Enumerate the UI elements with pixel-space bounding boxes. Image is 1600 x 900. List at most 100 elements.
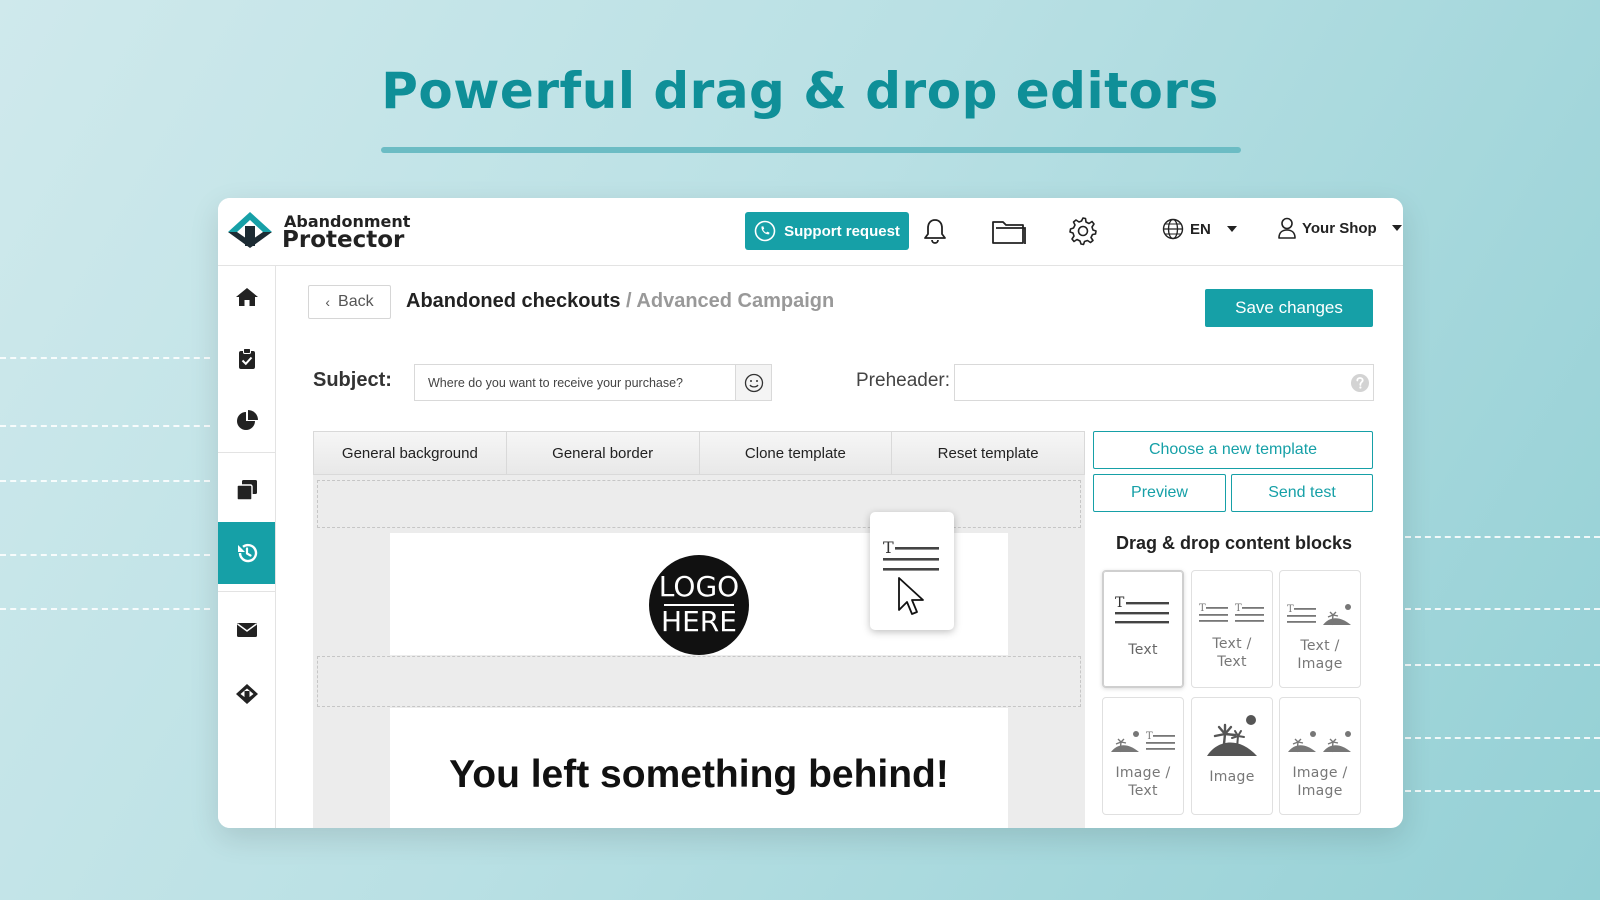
chevron-down-icon (1226, 226, 1237, 232)
user-icon (1278, 217, 1296, 239)
block-text-image[interactable]: T Text / Image (1279, 570, 1361, 688)
preheader-input[interactable] (955, 365, 1373, 400)
drop-zone[interactable] (317, 656, 1081, 707)
copy-icon (235, 480, 257, 501)
top-bar: Abandonment Protector Support request EN… (218, 198, 1403, 266)
envelope-icon (236, 623, 257, 637)
block-label: Image / Image (1292, 765, 1348, 799)
brand-arrow-icon (235, 684, 258, 704)
clipboard-check-icon (238, 348, 255, 369)
decor-dash-line (0, 425, 210, 427)
shop-account-menu[interactable]: Your Shop (1277, 217, 1402, 239)
logo-placeholder: LOGO HERE (649, 555, 749, 655)
block-image-image[interactable]: Image / Image (1279, 697, 1361, 815)
breadcrumb-current: / Advanced Campaign (620, 290, 835, 312)
sidebar-divider (218, 591, 275, 592)
sidebar-divider (218, 452, 275, 453)
reset-template-button[interactable]: Reset template (892, 432, 1084, 474)
language-selector[interactable]: EN (1162, 218, 1237, 240)
pie-chart-icon (236, 410, 258, 430)
chevron-left-icon: ‹ (325, 294, 331, 310)
subject-field-group (414, 364, 772, 401)
decor-dash-line (0, 608, 210, 610)
svg-text:T: T (1146, 731, 1153, 742)
sidebar-item-recovery[interactable] (218, 522, 275, 584)
logo-placeholder-line2: HERE (661, 605, 737, 638)
breadcrumb: Abandoned checkouts / Advanced Campaign (406, 290, 834, 313)
back-button[interactable]: ‹ Back (308, 285, 391, 319)
sidebar-item-emails[interactable] (218, 599, 275, 661)
chevron-down-icon (1391, 225, 1402, 231)
svg-text:T: T (1115, 595, 1125, 611)
gear-icon[interactable] (1068, 216, 1098, 246)
image-image-block-icon (1288, 731, 1351, 753)
app-window: Abandonment Protector Support request EN… (218, 198, 1403, 828)
bell-icon[interactable] (920, 216, 950, 246)
globe-icon (1162, 218, 1184, 240)
sidebar-item-home[interactable] (218, 266, 275, 328)
block-text[interactable]: T Text (1102, 570, 1184, 688)
phone-icon (754, 220, 776, 242)
brand-logo[interactable]: Abandonment Protector (226, 208, 426, 254)
sidebar-item-analytics[interactable] (218, 390, 275, 452)
heading-block[interactable]: You left something behind! (390, 708, 1008, 828)
general-border-button[interactable]: General border (507, 432, 700, 474)
decor-dash-line (0, 357, 210, 359)
smiley-icon (744, 373, 763, 392)
help-icon[interactable] (1350, 373, 1370, 393)
support-request-label: Support request (784, 222, 900, 240)
save-changes-button[interactable]: Save changes (1205, 289, 1373, 327)
block-text-text[interactable]: T T Text / Text (1191, 570, 1273, 688)
block-label: Text / Text (1212, 636, 1252, 670)
decor-dash-line (1405, 737, 1600, 739)
clone-template-button[interactable]: Clone template (700, 432, 893, 474)
decor-dash-line (0, 554, 210, 556)
decor-dash-line (1405, 536, 1600, 538)
home-icon (235, 288, 258, 306)
drop-zone[interactable] (317, 480, 1081, 528)
preview-button[interactable]: Preview (1093, 474, 1226, 512)
svg-text:T: T (1199, 603, 1206, 614)
subject-input[interactable] (415, 365, 735, 400)
send-test-button[interactable]: Send test (1231, 474, 1373, 512)
emoji-picker-button[interactable] (735, 365, 771, 400)
content-blocks-title: Drag & drop content blocks (1115, 533, 1353, 553)
folder-icon[interactable] (991, 218, 1027, 246)
svg-text:T: T (883, 538, 894, 557)
sidebar (218, 266, 276, 828)
block-label: Image (1209, 769, 1255, 785)
text-image-block-icon: T (1287, 604, 1351, 626)
language-label: EN (1190, 220, 1211, 238)
breadcrumb-section[interactable]: Abandoned checkouts (406, 290, 620, 312)
general-background-button[interactable]: General background (314, 432, 507, 474)
history-icon (237, 543, 257, 563)
email-canvas[interactable]: LOGO HERE You left something behind! (313, 475, 1085, 828)
template-toolbar: General background General border Clone … (313, 431, 1085, 475)
subject-label: Subject: (313, 369, 392, 391)
logo-placeholder-line1: LOGO (658, 570, 740, 603)
block-label: Image / Text (1115, 765, 1171, 799)
sidebar-item-templates[interactable] (218, 459, 275, 521)
svg-text:T: T (1287, 604, 1294, 615)
text-text-block-icon: T T (1199, 603, 1264, 622)
email-heading: You left something behind! (449, 753, 949, 796)
sidebar-item-brand[interactable] (218, 663, 275, 725)
image-block-icon (1207, 715, 1257, 756)
block-image[interactable]: Image (1191, 697, 1273, 815)
dragged-text-block[interactable]: T (870, 512, 954, 630)
block-image-text[interactable]: T Image / Text (1102, 697, 1184, 815)
support-request-button[interactable]: Support request (745, 212, 909, 250)
block-label: Text (1128, 642, 1158, 658)
brand-arrow-icon (228, 212, 272, 248)
cursor-icon (898, 577, 924, 615)
decor-dash-line (0, 480, 210, 482)
choose-template-button[interactable]: Choose a new template (1093, 431, 1373, 469)
brand-name-line2: Protector (282, 227, 405, 253)
preheader-label: Preheader: (856, 370, 951, 391)
block-label: Text / Image (1297, 638, 1343, 672)
page-headline: Powerful drag & drop editors (381, 62, 1219, 120)
image-text-block-icon: T (1111, 731, 1175, 753)
editor-content: ‹ Back Abandoned checkouts / Advanced Ca… (276, 266, 1403, 828)
back-label: Back (338, 293, 374, 310)
sidebar-item-tasks[interactable] (218, 328, 275, 390)
